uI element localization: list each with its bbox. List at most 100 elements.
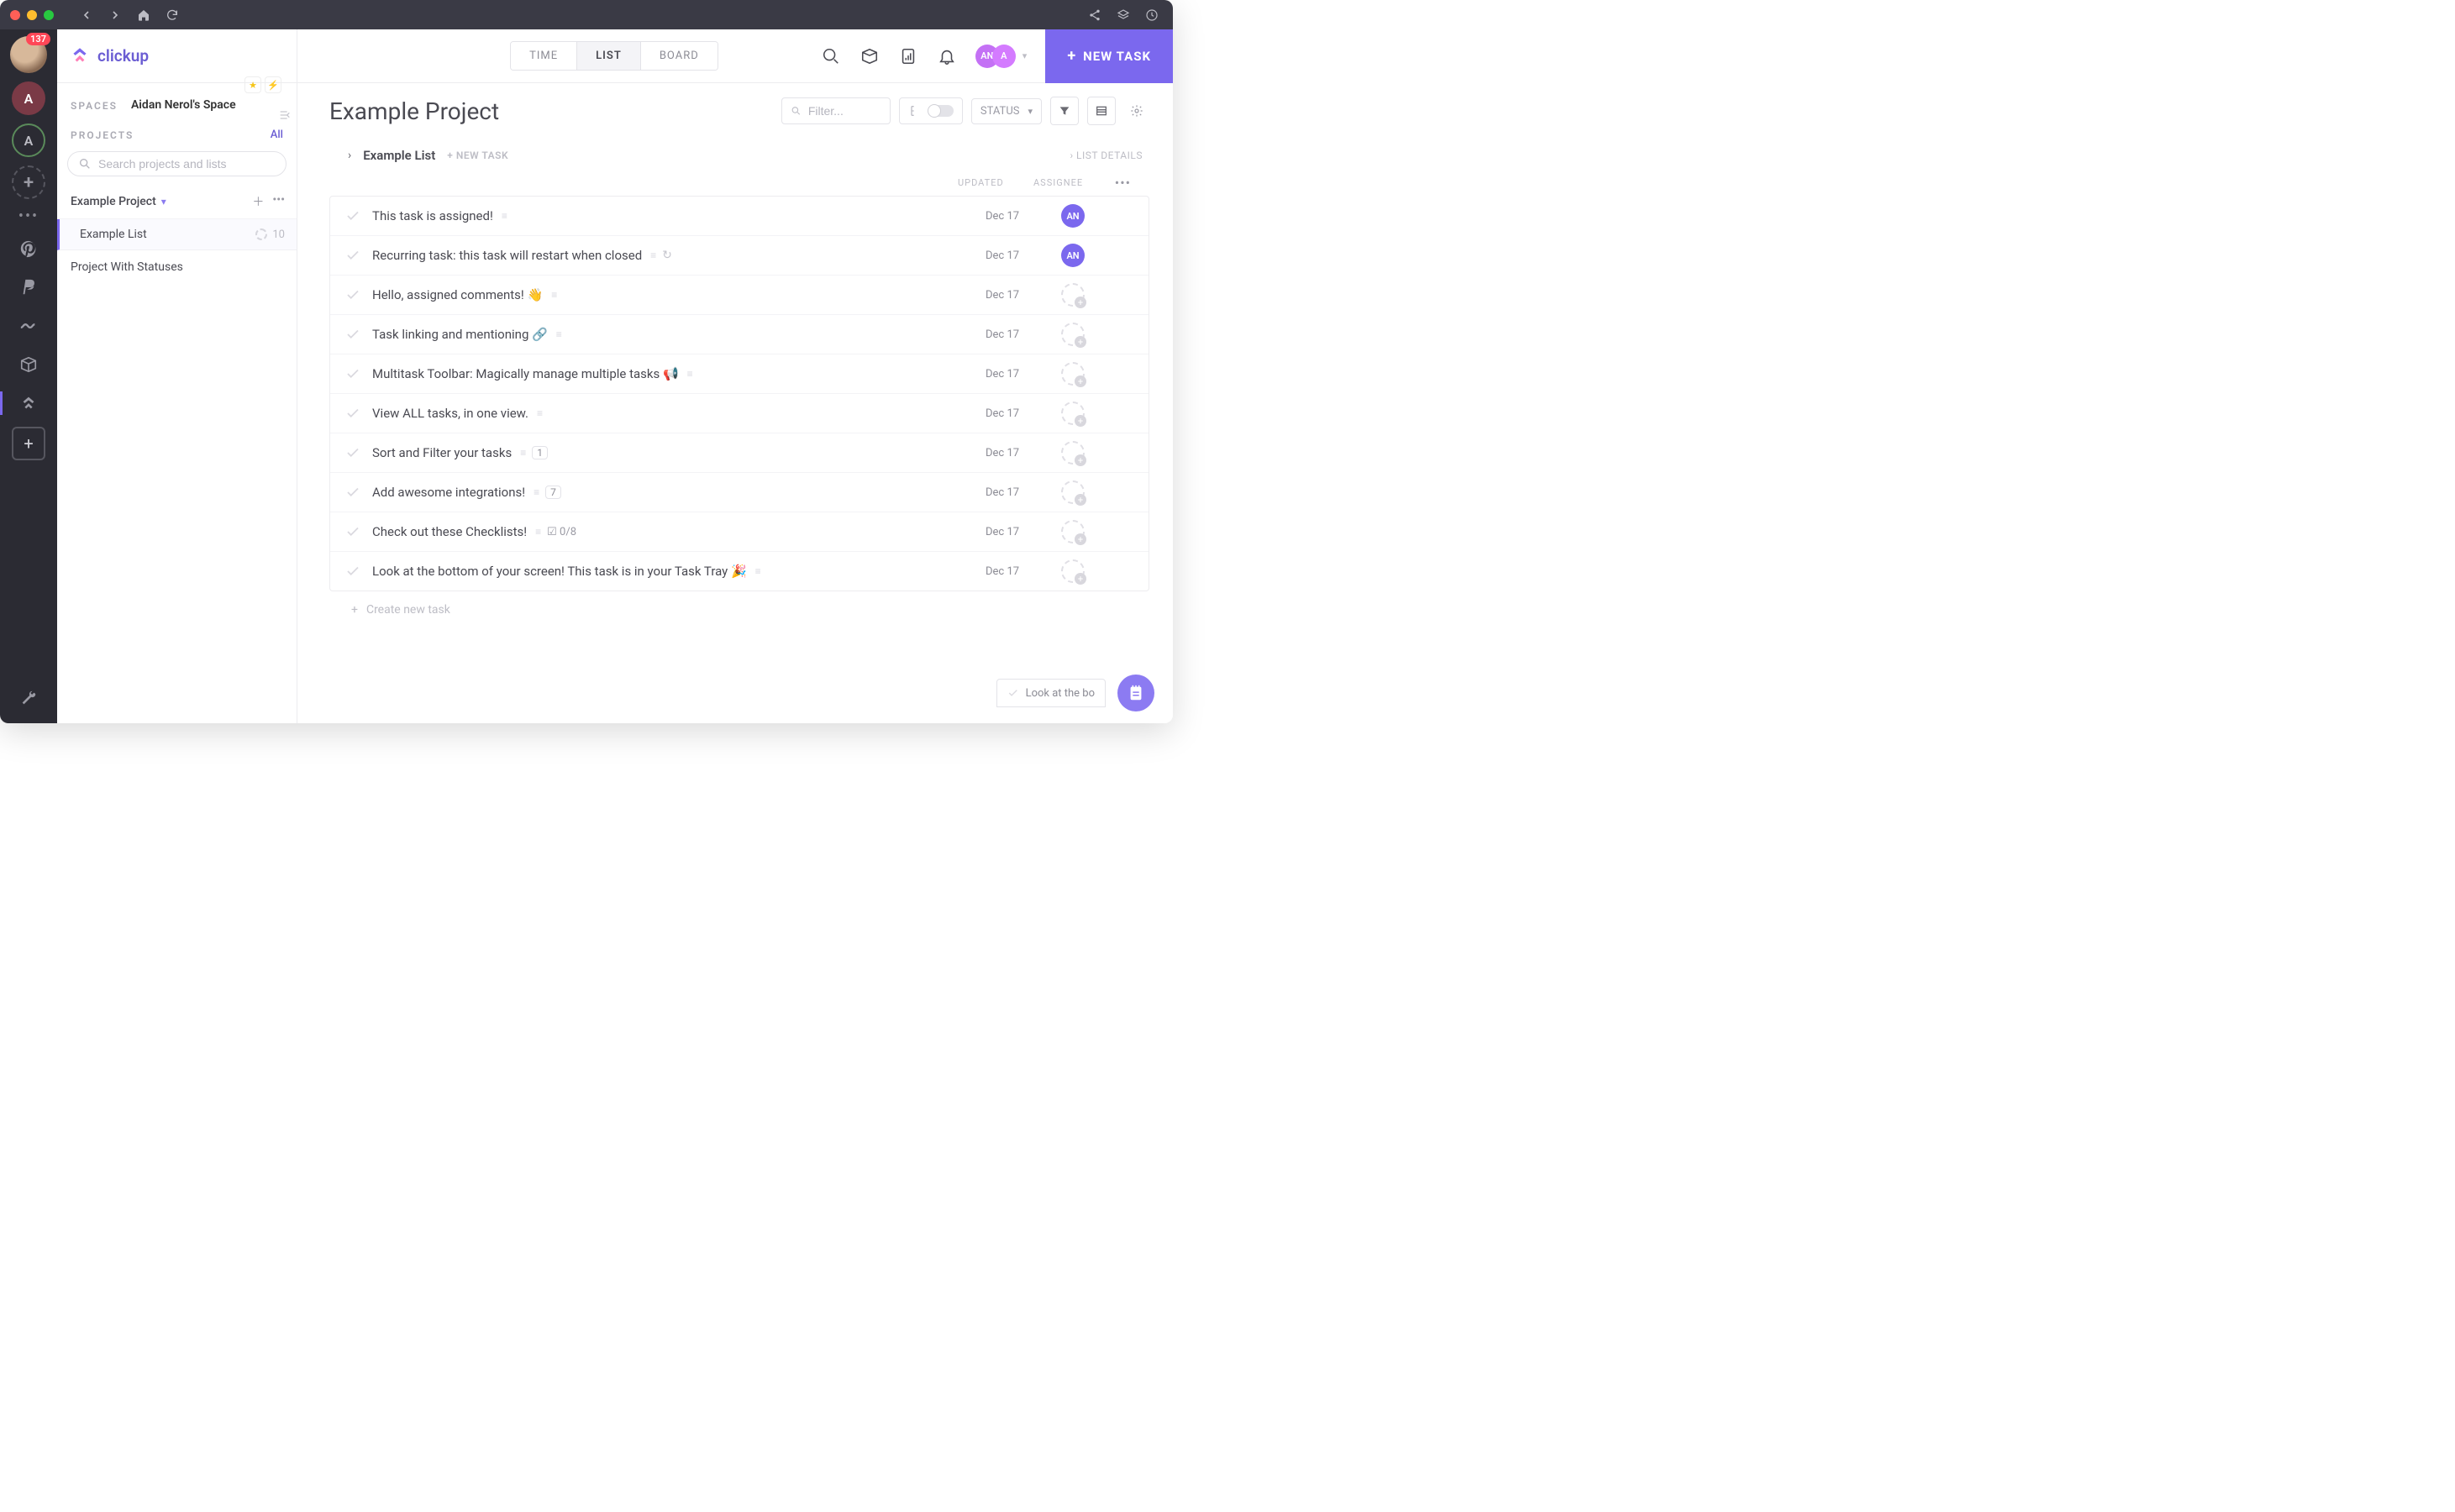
task-row[interactable]: Multitask Toolbar: Magically manage mult…	[330, 354, 1149, 394]
settings-wrench-icon[interactable]	[12, 683, 45, 713]
sidebar-search[interactable]	[67, 151, 287, 176]
paypal-icon[interactable]	[12, 272, 45, 302]
notifications-button[interactable]	[937, 46, 957, 66]
tab-list[interactable]: LIST	[577, 42, 641, 70]
wave-icon[interactable]	[12, 311, 45, 341]
notepad-fab[interactable]	[1117, 675, 1154, 711]
pinterest-icon[interactable]	[12, 234, 45, 264]
workspace-avatar[interactable]: 137	[10, 36, 47, 73]
task-row[interactable]: Hello, assigned comments! 👋≡Dec 17	[330, 276, 1149, 315]
projects-all-link[interactable]: All	[271, 129, 283, 141]
col-updated[interactable]: UPDATED	[958, 177, 1033, 188]
task-complete-check[interactable]	[345, 406, 360, 421]
box-button[interactable]	[860, 46, 880, 66]
minimize-window-button[interactable]	[27, 10, 37, 20]
task-row[interactable]: This task is assigned!≡Dec 17AN	[330, 197, 1149, 236]
box-icon[interactable]	[12, 349, 45, 380]
chevron-right-icon[interactable]: ›	[348, 149, 351, 162]
project-item-example[interactable]: Example Project ▾ ＋ •••	[57, 185, 297, 219]
new-task-button[interactable]: + NEW TASK	[1045, 29, 1173, 83]
sidebar-list-example[interactable]: Example List 10	[57, 219, 297, 250]
add-list-icon[interactable]: ＋	[252, 193, 264, 210]
maximize-window-button[interactable]	[44, 10, 54, 20]
logo[interactable]: clickup	[69, 45, 149, 67]
task-assignee[interactable]: AN	[1061, 204, 1137, 228]
add-app-button[interactable]: +	[12, 427, 45, 460]
history-icon[interactable]	[1141, 4, 1163, 26]
favorite-star-icon[interactable]: ★	[244, 76, 261, 93]
close-window-button[interactable]	[10, 10, 20, 20]
assign-placeholder-icon[interactable]	[1061, 480, 1085, 504]
nav-back-button[interactable]	[76, 4, 97, 26]
filter-box[interactable]	[781, 97, 891, 124]
task-assignee[interactable]	[1061, 323, 1137, 346]
task-row[interactable]: Check out these Checklists!≡☑ 0/8Dec 17	[330, 512, 1149, 552]
tab-time[interactable]: TIME	[511, 42, 577, 70]
task-tray-preview[interactable]: Look at the bo	[996, 679, 1106, 707]
task-row[interactable]: Recurring task: this task will restart w…	[330, 236, 1149, 276]
sidebar-search-input[interactable]	[98, 157, 276, 171]
task-complete-check[interactable]	[345, 524, 360, 539]
task-complete-check[interactable]	[345, 327, 360, 342]
task-row[interactable]: Sort and Filter your tasks≡1Dec 17	[330, 433, 1149, 473]
task-complete-check[interactable]	[345, 208, 360, 223]
assign-placeholder-icon[interactable]	[1061, 283, 1085, 307]
reports-button[interactable]	[898, 46, 918, 66]
task-assignee[interactable]	[1061, 362, 1137, 386]
columns-button[interactable]	[1087, 97, 1116, 125]
add-workspace-button[interactable]: +	[12, 165, 45, 199]
list-details-link[interactable]: LIST DETAILS	[1070, 150, 1143, 161]
more-workspaces-icon[interactable]: •••	[18, 207, 39, 225]
task-complete-check[interactable]	[345, 366, 360, 381]
new-task-inline-button[interactable]: NEW TASK	[447, 150, 508, 161]
task-assignee[interactable]	[1061, 520, 1137, 543]
task-row[interactable]: Add awesome integrations!≡7Dec 17	[330, 473, 1149, 512]
settings-gear-icon[interactable]	[1124, 98, 1149, 123]
col-assignee[interactable]: ASSIGNEE	[1033, 177, 1109, 188]
toggle-switch[interactable]	[928, 105, 954, 117]
reload-button[interactable]	[161, 4, 183, 26]
task-complete-check[interactable]	[345, 287, 360, 302]
workspace-a2[interactable]: A	[12, 123, 45, 157]
filter-input[interactable]	[808, 104, 881, 118]
assign-placeholder-icon[interactable]	[1061, 323, 1085, 346]
clickup-rail-icon[interactable]	[12, 388, 45, 418]
nav-forward-button[interactable]	[104, 4, 126, 26]
task-assignee[interactable]	[1061, 283, 1137, 307]
list-title[interactable]: Example List	[363, 148, 435, 163]
assign-placeholder-icon[interactable]	[1061, 441, 1085, 465]
task-row[interactable]: Look at the bottom of your screen! This …	[330, 552, 1149, 591]
assign-placeholder-icon[interactable]	[1061, 362, 1085, 386]
task-complete-check[interactable]	[345, 445, 360, 460]
filter-funnel-button[interactable]	[1050, 97, 1079, 125]
project-item-statuses[interactable]: Project With Statuses	[57, 250, 297, 284]
home-button[interactable]	[133, 4, 155, 26]
task-complete-check[interactable]	[345, 248, 360, 263]
search-button[interactable]	[821, 46, 841, 66]
task-complete-check[interactable]	[345, 485, 360, 500]
tab-board[interactable]: BOARD	[641, 42, 718, 70]
create-task-row[interactable]: + Create new task	[329, 591, 1149, 617]
layers-icon[interactable]	[1112, 4, 1134, 26]
workspace-a1[interactable]: A	[12, 81, 45, 115]
subtasks-toggle[interactable]	[899, 97, 963, 124]
share-icon[interactable]	[1084, 4, 1106, 26]
task-assignee[interactable]	[1061, 402, 1137, 425]
task-assignee[interactable]	[1061, 559, 1137, 583]
project-more-icon[interactable]: •••	[272, 193, 285, 210]
automation-bolt-icon[interactable]: ⚡	[265, 76, 281, 93]
task-row[interactable]: View ALL tasks, in one view.≡Dec 17	[330, 394, 1149, 433]
user-menu[interactable]: AN A ▾	[975, 45, 1028, 68]
assign-placeholder-icon[interactable]	[1061, 520, 1085, 543]
assign-placeholder-icon[interactable]	[1061, 559, 1085, 583]
assign-placeholder-icon[interactable]	[1061, 402, 1085, 425]
collapse-sidebar-icon[interactable]	[278, 108, 292, 125]
columns-more-icon[interactable]: •••	[1109, 175, 1131, 191]
task-assignee[interactable]: AN	[1061, 244, 1137, 267]
chevron-down-icon[interactable]: ▾	[161, 196, 166, 207]
active-space-name[interactable]: Aidan Nerol's Space	[131, 98, 236, 112]
task-assignee[interactable]	[1061, 441, 1137, 465]
task-row[interactable]: Task linking and mentioning 🔗≡Dec 17	[330, 315, 1149, 354]
status-dropdown[interactable]: STATUS ▾	[971, 98, 1042, 124]
task-complete-check[interactable]	[345, 564, 360, 579]
